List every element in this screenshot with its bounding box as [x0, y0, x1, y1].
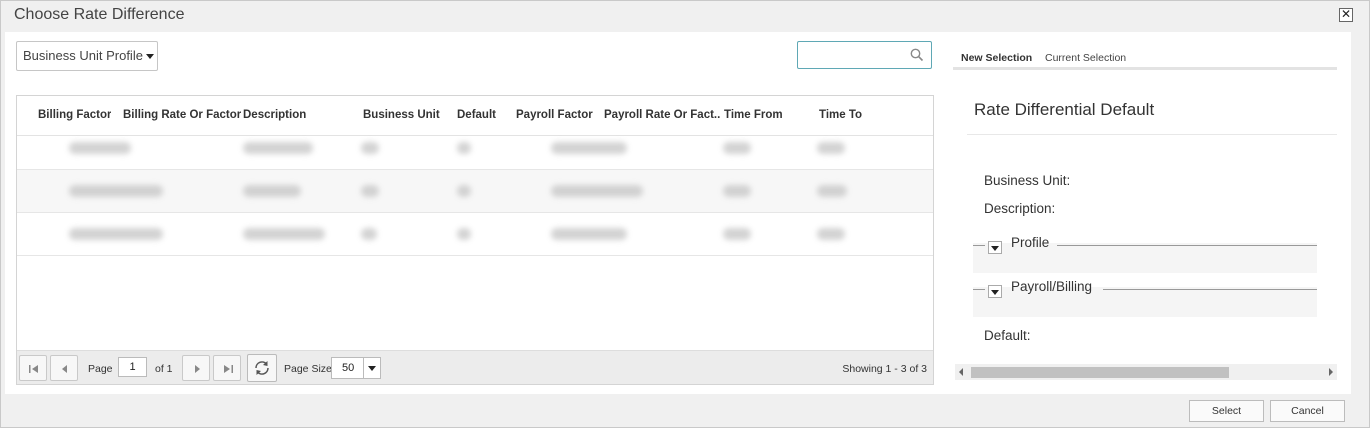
redacted-cell — [69, 142, 131, 154]
tab-current-selection[interactable]: Current Selection — [1045, 52, 1126, 64]
profile-dropdown[interactable]: Business Unit Profile — [16, 41, 158, 71]
scroll-right-icon[interactable] — [1329, 368, 1333, 376]
column-payroll-factor[interactable]: Payroll Factor — [516, 109, 593, 121]
page-number-input[interactable]: 1 — [118, 357, 147, 377]
profile-section-label: Profile — [1011, 235, 1050, 250]
redacted-cell — [457, 228, 471, 240]
redacted-cell — [243, 142, 313, 154]
refresh-icon — [255, 361, 269, 375]
column-billing-factor[interactable]: Billing Factor — [38, 109, 111, 121]
column-time-to[interactable]: Time To — [819, 109, 862, 121]
choose-rate-difference-dialog: Choose Rate Difference ✕ Business Unit P… — [0, 0, 1370, 428]
redacted-cell — [723, 228, 751, 240]
scrollbar-thumb[interactable] — [971, 367, 1229, 378]
select-button[interactable]: Select — [1189, 400, 1264, 422]
selection-tabs: New Selection Current Selection — [953, 43, 1337, 70]
redacted-cell — [457, 142, 471, 154]
selection-detail-panel: Rate Differential Default Business Unit:… — [953, 72, 1337, 382]
chevron-down-icon — [145, 54, 154, 60]
redacted-cell — [361, 185, 379, 197]
redacted-cell — [361, 228, 377, 240]
redacted-cell — [69, 185, 163, 197]
divider — [1103, 289, 1317, 290]
page-size-label: Page Size — [284, 363, 332, 375]
redacted-cell — [723, 142, 751, 154]
divider — [1057, 245, 1317, 246]
redacted-cell — [817, 228, 845, 240]
table-row[interactable] — [17, 127, 933, 170]
redacted-cell — [817, 142, 845, 154]
column-billing-rate-or-factor[interactable]: Billing Rate Or Factor — [123, 109, 241, 121]
redacted-cell — [69, 228, 163, 240]
dialog-body: Business Unit Profile Billing Factor Bil… — [5, 32, 1351, 394]
page-of-label: of 1 — [155, 363, 173, 375]
business-unit-label: Business Unit: — [984, 173, 1071, 188]
redacted-cell — [243, 228, 325, 240]
prev-page-button[interactable] — [50, 355, 78, 381]
redacted-cell — [243, 185, 301, 197]
payroll-billing-section-label: Payroll/Billing — [1011, 279, 1093, 294]
search-input[interactable] — [797, 41, 932, 69]
table-row[interactable] — [17, 213, 933, 256]
column-payroll-rate-or-factor[interactable]: Payroll Rate Or Fact... — [604, 109, 721, 121]
last-page-icon — [224, 365, 233, 373]
profile-dropdown-label: Business Unit Profile — [23, 48, 143, 63]
redacted-cell — [551, 142, 627, 154]
payroll-billing-section: Payroll/Billing — [973, 279, 1317, 317]
table-row[interactable] — [17, 170, 933, 213]
redacted-cell — [361, 142, 379, 154]
detail-title: Rate Differential Default — [974, 100, 1155, 119]
chevron-down-icon — [363, 358, 380, 378]
divider — [967, 134, 1337, 135]
column-description[interactable]: Description — [243, 109, 306, 121]
scroll-left-icon[interactable] — [959, 368, 963, 376]
showing-count: Showing 1 - 3 of 3 — [842, 363, 927, 375]
redacted-cell — [457, 185, 471, 197]
profile-toggle[interactable] — [988, 241, 1002, 254]
dialog-title: Choose Rate Difference — [14, 6, 185, 23]
next-page-button[interactable] — [182, 355, 210, 381]
search-icon — [910, 48, 924, 67]
cancel-button[interactable]: Cancel — [1270, 400, 1345, 422]
payroll-billing-toggle[interactable] — [988, 285, 1002, 298]
redacted-cell — [551, 185, 643, 197]
column-default[interactable]: Default — [457, 109, 496, 121]
description-label: Description: — [984, 201, 1056, 216]
first-page-button[interactable] — [19, 355, 47, 381]
first-page-icon — [29, 365, 38, 373]
column-business-unit[interactable]: Business Unit — [363, 109, 440, 121]
page-size-value: 50 — [342, 362, 355, 374]
last-page-button[interactable] — [213, 355, 241, 381]
grid-pager: Page 1 of 1 Page Size 50 Showing 1 - 3 o… — [17, 350, 933, 384]
divider — [973, 289, 985, 290]
redacted-cell — [551, 228, 627, 240]
close-icon[interactable]: ✕ — [1339, 8, 1353, 22]
profile-section: Profile — [973, 235, 1317, 273]
default-label: Default: — [984, 328, 1031, 343]
page-size-select[interactable]: 50 — [331, 357, 381, 379]
tab-new-selection[interactable]: New Selection — [961, 52, 1032, 64]
horizontal-scrollbar[interactable] — [955, 364, 1337, 380]
redacted-cell — [817, 185, 847, 197]
page-label: Page — [88, 363, 113, 375]
chevron-right-icon — [195, 365, 200, 373]
chevron-left-icon — [62, 365, 67, 373]
column-time-from[interactable]: Time From — [724, 109, 783, 121]
refresh-button[interactable] — [247, 354, 277, 382]
rate-grid: Billing Factor Billing Rate Or Factor De… — [16, 95, 934, 385]
redacted-cell — [723, 185, 751, 197]
divider — [973, 245, 985, 246]
